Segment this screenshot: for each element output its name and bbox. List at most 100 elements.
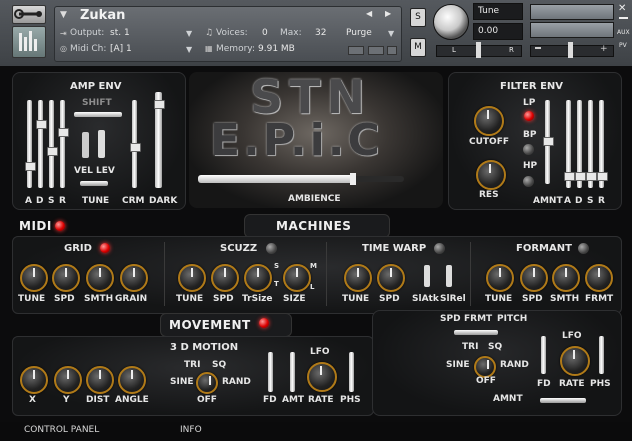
pan-handle[interactable]	[476, 42, 481, 58]
grid-spd-knob[interactable]	[52, 264, 80, 292]
amp-sustain-handle[interactable]	[47, 147, 58, 156]
formant-smth-knob[interactable]	[552, 264, 580, 292]
motion-dist-label: DIST	[86, 395, 110, 405]
lfo-target-frmt-label: FRMT	[464, 314, 493, 324]
motion-dist-knob[interactable]	[86, 366, 114, 394]
motion-fd-label: FD	[263, 395, 277, 405]
time-warp-slatk-slider[interactable]	[424, 265, 430, 287]
amp-mode-toggle[interactable]	[82, 132, 89, 158]
motion-shape-selector[interactable]	[196, 372, 218, 394]
amp-attack-handle[interactable]	[25, 162, 36, 171]
motion-phs-slider[interactable]	[349, 352, 354, 392]
amp-shift-slider[interactable]	[74, 112, 122, 117]
collapse-arrow-icon[interactable]: ▼	[60, 10, 67, 20]
movement-enable-button[interactable]	[259, 318, 269, 328]
lfo-phs-slider[interactable]	[599, 336, 604, 374]
lfo-rate-knob[interactable]	[560, 346, 590, 376]
amp-release-slider[interactable]	[60, 100, 65, 188]
aux-button[interactable]: AUX	[617, 29, 630, 36]
output-dropdown-icon[interactable]: ▼	[186, 29, 192, 38]
volume-handle[interactable]	[568, 42, 573, 58]
scuzz-spd-knob[interactable]	[211, 264, 239, 292]
grid-tune-knob[interactable]	[20, 264, 48, 292]
nav-prev-button[interactable]: ◀	[366, 9, 372, 18]
wrench-icon[interactable]	[12, 5, 46, 24]
motion-fd-slider[interactable]	[268, 352, 273, 392]
formant-tune-knob[interactable]	[486, 264, 514, 292]
lfo-shape-tri-label: TRI	[462, 342, 479, 352]
filter-cutoff-knob[interactable]	[474, 106, 504, 136]
grid-grain-knob[interactable]	[120, 264, 148, 292]
amp-dark-handle[interactable]	[154, 100, 165, 109]
pv-button[interactable]: PV	[619, 42, 627, 49]
scuzz-trsize-knob[interactable]	[244, 264, 272, 292]
motion-phs-label: PHS	[340, 395, 361, 405]
time-warp-slrel-slider[interactable]	[446, 265, 452, 287]
tune-value-field[interactable]: 0.00	[473, 23, 523, 40]
ambience-handle[interactable]	[350, 173, 356, 185]
filter-attack-handle[interactable]	[564, 172, 575, 181]
lfo-fd-slider[interactable]	[541, 336, 546, 374]
filter-decay-handle[interactable]	[575, 172, 586, 181]
midi-indicator[interactable]	[55, 221, 65, 231]
amp-decay-slider[interactable]	[38, 100, 43, 188]
filter-bp-button[interactable]	[523, 144, 534, 155]
close-icon[interactable]: ✕	[618, 3, 626, 14]
time-warp-tune-knob[interactable]	[344, 264, 372, 292]
lfo-amnt-slider[interactable]	[540, 398, 586, 403]
tune-knob[interactable]	[433, 4, 469, 40]
filter-env-title: FILTER ENV	[500, 81, 564, 92]
solo-button[interactable]: S	[410, 8, 426, 27]
filter-release-handle[interactable]	[597, 172, 608, 181]
motion-rate-knob[interactable]	[307, 362, 337, 392]
instrument-name[interactable]: Zukan	[80, 8, 125, 23]
filter-lp-button[interactable]	[524, 111, 534, 121]
lfo-shape-selector[interactable]	[474, 356, 496, 378]
motion-amt-slider[interactable]	[290, 352, 295, 392]
scuzz-tune-knob[interactable]	[178, 264, 206, 292]
motion-y-knob[interactable]	[54, 366, 82, 394]
amp-sustain-slider[interactable]	[49, 100, 54, 188]
amp-release-handle[interactable]	[58, 128, 69, 137]
scuzz-enable-button[interactable]	[266, 243, 277, 254]
output-select[interactable]: st. 1	[110, 28, 130, 38]
midi-dropdown-icon[interactable]: ▼	[186, 45, 192, 54]
mute-button[interactable]: M	[410, 38, 426, 57]
purge-dropdown-icon[interactable]: ▼	[388, 29, 394, 38]
minimize-icon[interactable]	[619, 17, 628, 19]
filter-sustain-handle[interactable]	[586, 172, 597, 181]
info-tab[interactable]: INFO	[180, 425, 202, 435]
filter-res-knob[interactable]	[476, 160, 506, 190]
amp-decay-handle[interactable]	[36, 120, 47, 129]
motion-angle-knob[interactable]	[118, 366, 146, 394]
ambience-track[interactable]	[354, 176, 404, 182]
filter-hp-button[interactable]	[523, 176, 534, 187]
ambience-slider[interactable]	[198, 175, 354, 183]
filter-amnt-handle[interactable]	[543, 137, 554, 146]
max-voices-value[interactable]: 32	[315, 28, 326, 38]
amp-tune-slider[interactable]	[80, 181, 108, 186]
amp-vel-toggle[interactable]	[98, 130, 105, 158]
lfo-target-slider[interactable]	[454, 330, 498, 335]
formant-frmt-knob[interactable]	[585, 264, 613, 292]
grid-smth-knob[interactable]	[86, 264, 114, 292]
formant-spd-knob[interactable]	[520, 264, 548, 292]
grid-enable-button[interactable]	[100, 243, 110, 253]
list-view-icon[interactable]	[368, 46, 384, 55]
info-icon[interactable]	[387, 46, 397, 55]
scuzz-size-knob[interactable]	[283, 264, 311, 292]
control-panel-tab[interactable]: CONTROL PANEL	[24, 425, 99, 435]
amp-crm-handle[interactable]	[130, 143, 141, 152]
amp-attack-slider[interactable]	[27, 100, 32, 188]
nav-next-button[interactable]: ▶	[385, 9, 391, 18]
formant-enable-button[interactable]	[578, 243, 589, 254]
purge-menu[interactable]: Purge	[346, 28, 372, 38]
time-warp-spd-knob[interactable]	[377, 264, 405, 292]
motion-x-knob[interactable]	[20, 366, 48, 394]
lfo-target-pitch-label: PITCH	[497, 314, 528, 324]
machines-title: MACHINES	[276, 219, 352, 233]
keyboard-icon[interactable]	[12, 26, 46, 58]
time-warp-enable-button[interactable]	[434, 243, 445, 254]
midi-channel-select[interactable]: [A] 1	[110, 44, 132, 54]
grid-view-icon[interactable]	[348, 46, 364, 55]
